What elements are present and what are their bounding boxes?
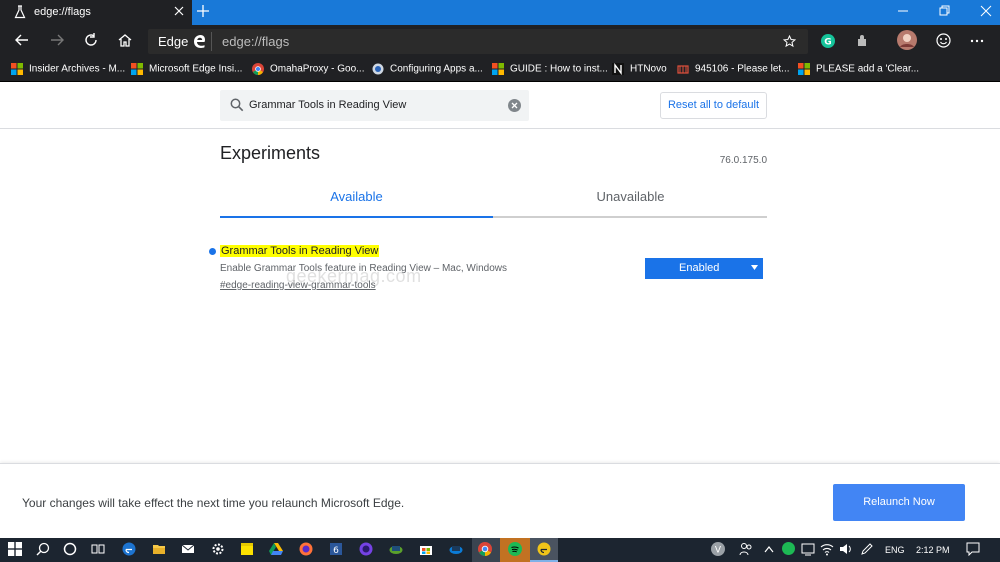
page-title: Experiments [220,143,321,163]
bookmark-item[interactable]: Insider Archives - M... [11,63,125,75]
firefox-nightly-icon[interactable] [359,542,373,556]
profile-avatar[interactable] [897,30,917,50]
restore-icon[interactable] [939,5,951,17]
reset-all-button[interactable]: Reset all to default [660,92,767,119]
bookmark-item[interactable]: 945106 - Please let... [677,63,790,75]
search-icon [230,98,244,112]
modified-indicator [209,248,216,255]
home-icon[interactable] [117,32,133,48]
settings-icon[interactable] [211,542,225,556]
new-tab-icon[interactable] [196,4,210,18]
wifi-icon[interactable] [820,542,834,556]
version-number: 76.0.175.0 [719,155,767,166]
volume-icon[interactable] [839,542,853,556]
tab-available[interactable]: Available [220,182,493,218]
favorite-star-icon[interactable] [783,35,796,48]
edge-logo-icon [193,34,206,48]
windows-logo-icon [492,63,504,75]
relaunch-message: Your changes will take effect the next t… [22,496,405,510]
relaunch-bar: Your changes will take effect the next t… [0,463,1000,538]
people-icon[interactable] [739,542,753,556]
clear-search-icon[interactable] [508,99,521,112]
store-icon[interactable] [419,542,433,556]
htnovo-icon [612,63,624,75]
relaunch-now-button[interactable]: Relaunch Now [833,484,965,521]
close-window-icon[interactable] [980,5,992,17]
selected-state: Enabled [679,262,720,274]
clock[interactable]: 2:12 PM [916,545,950,555]
bookmark-item[interactable]: OmahaProxy - Goo... [252,63,364,75]
feedback-smiley-icon[interactable] [936,33,951,48]
address-bar[interactable]: Edge edge://flags [148,29,808,54]
user-badge-icon[interactable]: V [711,542,725,556]
close-tab-icon[interactable] [174,6,184,16]
bookmark-item[interactable]: GUIDE : How to inst... [492,63,608,75]
spotify-tray-icon[interactable] [782,542,795,555]
minimize-icon[interactable] [897,5,909,17]
bookmark-item[interactable]: PLEASE add a 'Clear... [798,63,919,75]
flag-permalink[interactable]: #edge-reading-view-grammar-tools [220,280,376,291]
spotify-icon[interactable] [508,542,522,556]
svg-text:G: G [824,38,831,48]
bookmark-item[interactable]: HTNovo [612,63,667,75]
edge-icon[interactable] [122,542,136,556]
experiments-tabs: Available Unavailable [220,182,767,218]
pen-icon[interactable] [860,542,874,556]
bookmarks-bar: Insider Archives - M... Microsoft Edge I… [0,58,1000,82]
windows-logo-icon [131,63,143,75]
drive-icon[interactable] [269,542,283,556]
tab-title: edge://flags [34,6,91,18]
grammarly-icon[interactable]: G [821,34,835,48]
title-bar: edge://flags [0,0,1000,25]
mail-icon[interactable] [181,542,195,556]
bookmark-item[interactable]: Microsoft Edge Insi... [131,63,242,75]
action-center-icon[interactable] [966,542,980,556]
calendar-badge: 6 [333,546,339,556]
dropdown-arrow-icon [751,265,758,270]
app-icon[interactable] [389,542,403,556]
flag-name: Grammar Tools in Reading View [220,245,380,257]
extension-icon[interactable] [855,34,869,48]
search-icon[interactable] [36,542,50,556]
browser-tab[interactable]: edge://flags [0,0,192,25]
cortana-icon[interactable] [63,542,77,556]
chrome-icon [252,63,264,75]
search-flags-input[interactable]: Grammar Tools in Reading View [220,90,529,121]
language-indicator[interactable]: ENG [885,545,905,555]
tab-unavailable[interactable]: Unavailable [494,182,767,216]
flask-icon [14,5,26,19]
address-divider [211,32,212,51]
url-text[interactable]: edge://flags [222,34,289,49]
start-icon[interactable] [8,542,22,556]
bug-icon [677,63,689,75]
search-value: Grammar Tools in Reading View [249,99,407,111]
edge-canary-icon[interactable] [537,542,551,556]
calendar-icon[interactable]: 6 [329,542,343,556]
browser-toolbar: Edge edge://flags G [0,25,1000,58]
more-menu-icon[interactable] [970,39,984,43]
svg-text:V: V [715,546,722,556]
back-icon[interactable] [14,32,30,48]
task-view-icon[interactable] [91,542,105,556]
sticky-notes-icon[interactable] [240,542,254,556]
windows-logo-icon [11,63,23,75]
windows-logo-icon [798,63,810,75]
browser-brand: Edge [158,34,189,49]
windows-taskbar: 6 V ENG 2:12 PM [0,538,1000,562]
flag-state-select[interactable]: Enabled [645,258,763,279]
refresh-icon[interactable] [83,32,99,48]
file-explorer-icon[interactable] [152,542,166,556]
firefox-icon[interactable] [299,542,313,556]
chrome-icon[interactable] [478,542,492,556]
flags-header: Grammar Tools in Reading View Reset all … [0,82,1000,129]
forward-icon[interactable] [49,32,65,48]
onedrive-icon[interactable] [801,542,815,556]
bookmark-item[interactable]: Configuring Apps a... [372,63,483,75]
app-icon[interactable] [449,542,463,556]
chevron-up-icon[interactable] [764,545,774,553]
globe-icon [372,63,384,75]
